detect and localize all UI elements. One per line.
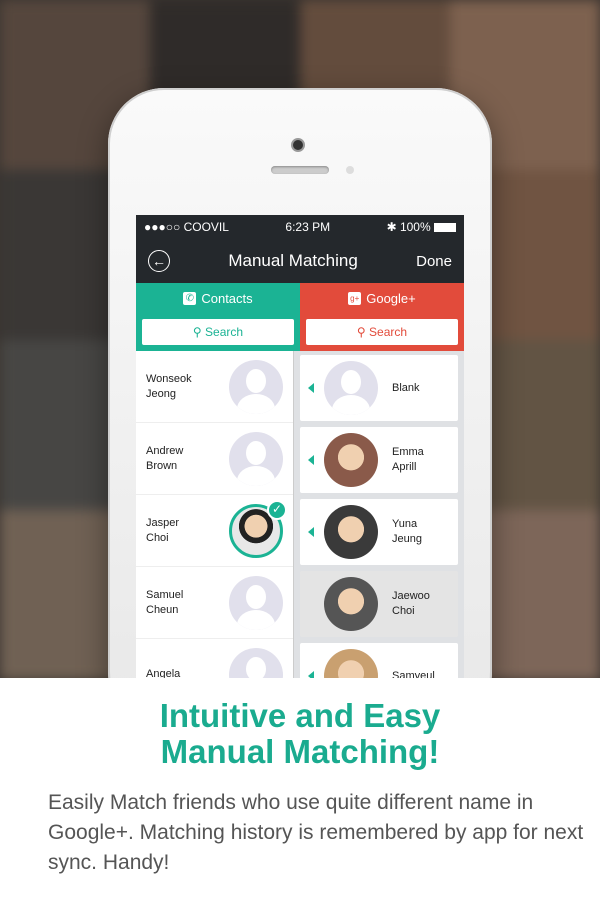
contact-name: Jasper Choi bbox=[146, 516, 180, 544]
contact-row[interactable]: Wonseok Jeong bbox=[136, 351, 293, 423]
avatar bbox=[229, 647, 283, 680]
check-icon: ✓ bbox=[267, 499, 287, 520]
google-contact-card[interactable]: Yuna Jeung bbox=[300, 499, 458, 565]
speaker bbox=[271, 166, 329, 174]
promo-body: Easily Match friends who use quite diffe… bbox=[48, 791, 584, 874]
page-title: Manual Matching bbox=[228, 251, 358, 270]
match-arrow-icon bbox=[308, 383, 314, 393]
bluetooth-icon: ✱ bbox=[386, 220, 400, 234]
search-icon: ⚲ bbox=[356, 325, 370, 339]
google-plus-icon: g+ bbox=[348, 291, 362, 305]
camera bbox=[291, 138, 305, 152]
avatar bbox=[229, 359, 283, 414]
clock: 6:23 PM bbox=[285, 220, 331, 234]
google-contact-card[interactable]: Emma Aprill bbox=[300, 427, 458, 493]
arrow-left-icon: ← bbox=[152, 253, 166, 269]
search-icon: ⚲ bbox=[192, 325, 206, 339]
contact-name: Andrew Brown bbox=[146, 444, 184, 472]
app-screen: ●●●○○ COOVIL 6:23 PM ✱ 100% ← Manual Mat… bbox=[136, 215, 464, 680]
promo-panel: Intuitive and Easy Manual Matching! Easil… bbox=[0, 678, 600, 900]
tab-contacts[interactable]: ✆ Contacts bbox=[136, 283, 300, 313]
google-contact-card[interactable]: Blank bbox=[300, 355, 458, 421]
avatar bbox=[229, 431, 283, 486]
avatar bbox=[324, 433, 378, 487]
google-contact-name: Jaewoo Choi bbox=[392, 590, 430, 617]
contact-row[interactable]: Samuel Cheun bbox=[136, 567, 293, 639]
back-button[interactable]: ← bbox=[148, 250, 170, 272]
contacts-search-button[interactable]: ⚲ Search bbox=[142, 319, 294, 345]
contact-row[interactable]: Jasper Choi ✓ bbox=[136, 495, 293, 567]
contact-row[interactable]: Angela bbox=[136, 639, 293, 680]
contacts-list: Wonseok Jeong Andrew Brown Jasper Choi ✓ Sam… bbox=[136, 351, 294, 680]
battery: ✱ 100% bbox=[387, 220, 456, 234]
google-contact-card[interactable]: Jaewoo Choi bbox=[300, 571, 458, 637]
battery-icon bbox=[434, 223, 456, 233]
google-contact-name: Blank bbox=[392, 381, 420, 394]
google-search-button[interactable]: ⚲ Search bbox=[306, 319, 458, 345]
carrier: ●●●○○ COOVIL bbox=[144, 220, 229, 234]
google-list: Blank Emma Aprill Yuna Jeung Jaewoo Choi Sa… bbox=[294, 351, 464, 680]
google-contact-card[interactable]: Samyeul bbox=[300, 643, 458, 680]
contact-name: Wonseok Jeong bbox=[146, 372, 192, 400]
match-arrow-icon bbox=[308, 455, 314, 465]
avatar bbox=[324, 649, 378, 680]
promo-title: Intuitive and Easy Manual Matching! bbox=[159, 697, 441, 770]
tab-google[interactable]: g+ Google+ bbox=[300, 283, 464, 313]
google-contact-name: Emma Aprill bbox=[392, 446, 424, 473]
sensor bbox=[346, 166, 354, 174]
avatar bbox=[229, 575, 283, 630]
match-arrow-icon bbox=[308, 527, 314, 537]
google-contact-name: Yuna Jeung bbox=[392, 518, 422, 545]
contact-name: Samuel Cheun bbox=[146, 588, 184, 616]
status-bar: ●●●○○ COOVIL 6:23 PM ✱ 100% bbox=[136, 215, 464, 239]
done-button[interactable]: Done bbox=[416, 253, 452, 270]
phone-icon: ✆ bbox=[183, 291, 197, 305]
avatar bbox=[324, 577, 378, 631]
avatar bbox=[324, 505, 378, 559]
nav-bar: ← Manual Matching Done bbox=[136, 239, 464, 283]
avatar bbox=[324, 361, 378, 415]
contact-row[interactable]: Andrew Brown bbox=[136, 423, 293, 495]
